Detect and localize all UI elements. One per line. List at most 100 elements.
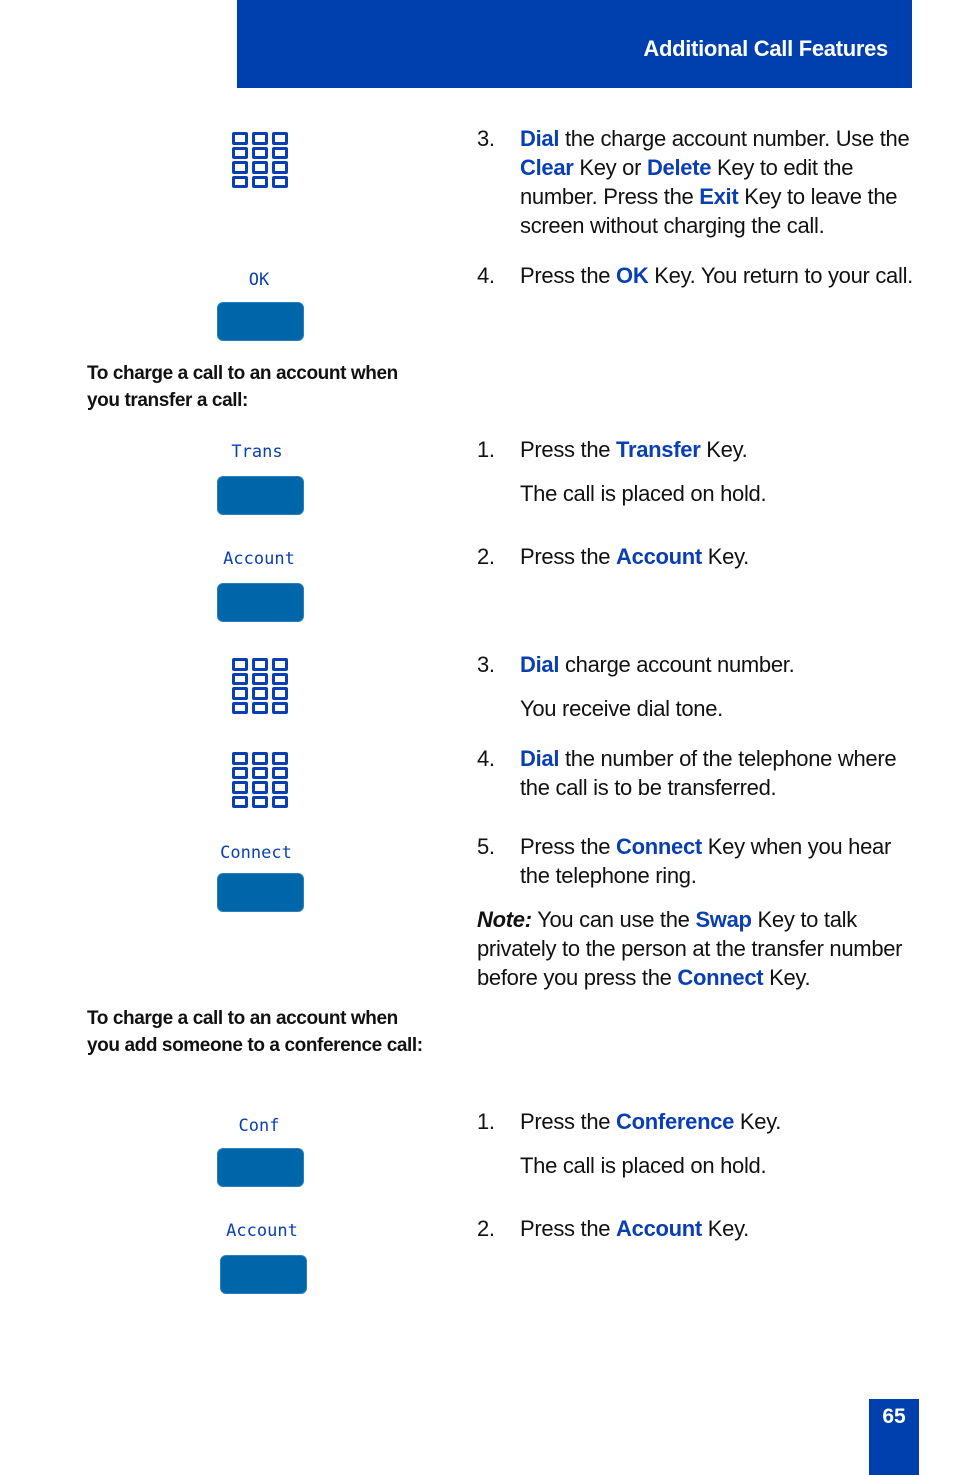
dialpad-icon <box>232 132 288 190</box>
step-body: Press the Conference Key. <box>520 1107 917 1136</box>
step-text: Press the <box>520 834 617 859</box>
step-text: You can use the <box>531 907 696 932</box>
chapter-header-band: Additional Call Features <box>237 0 912 88</box>
account-softkey-button[interactable] <box>220 1255 307 1294</box>
step-number: 3. <box>477 652 495 677</box>
key-name: Account <box>616 544 702 569</box>
step-body: Dial charge account number. <box>520 650 917 679</box>
connect-softkey-button[interactable] <box>217 873 304 912</box>
step-number: 5. <box>477 834 495 859</box>
step-number: 2. <box>477 544 495 569</box>
chapter-title: Additional Call Features <box>643 36 888 61</box>
step-text: Press the <box>520 437 617 462</box>
step-text: Key. <box>701 1216 750 1241</box>
transfer-softkey-button[interactable] <box>217 476 304 515</box>
dialpad-key <box>272 672 288 685</box>
softkey-label-account: Account <box>226 1221 298 1241</box>
step-number: 3. <box>477 126 495 151</box>
step-body: Dial the number of the telephone where t… <box>520 744 917 802</box>
step: 3. Dial charge account number. You receive… <box>477 650 917 723</box>
key-name: Swap <box>695 907 752 932</box>
step-body: Dial the charge account number. Use the … <box>520 124 917 240</box>
step: 4. Dial the number of the telephone where… <box>477 744 917 802</box>
key-name: Transfer <box>616 437 701 462</box>
step: 1. Press the Transfer Key. The call is pla… <box>477 435 917 508</box>
step-text: Press the <box>520 1109 617 1134</box>
dialpad-key <box>252 752 268 765</box>
dialpad-key <box>232 146 248 159</box>
step-body: Press the Transfer Key. <box>520 435 917 464</box>
ok-softkey-button[interactable] <box>217 302 304 341</box>
dialpad-key <box>272 175 288 188</box>
key-name: Connect <box>677 965 764 990</box>
step-text: Press the <box>520 544 617 569</box>
key-name: Clear <box>520 155 574 180</box>
step: 4. Press the OK Key. You return to your c… <box>477 261 917 290</box>
dialpad-key <box>272 658 288 671</box>
dialpad-key <box>232 132 248 145</box>
dialpad-key <box>252 175 268 188</box>
dialpad-key <box>252 132 268 145</box>
step-text: Key. <box>734 1109 782 1134</box>
dialpad-key <box>232 672 248 685</box>
dialpad-key <box>232 766 248 779</box>
dialpad-key <box>232 687 248 700</box>
dialpad-key <box>232 175 248 188</box>
step: 2. Press the Account Key. <box>477 1214 917 1243</box>
dialpad-key <box>232 781 248 794</box>
step-number: 4. <box>477 746 495 771</box>
step-text: the charge account number. Use the <box>559 126 910 151</box>
dialpad-key <box>252 146 268 159</box>
key-name: Account <box>616 1216 702 1241</box>
step: 1. Press the Conference Key. The call is p… <box>477 1107 917 1180</box>
step-body: Press the Account Key. <box>520 542 917 571</box>
step-body: Press the Connect Key when you hear the … <box>520 832 917 890</box>
dialpad-key <box>272 161 288 174</box>
step-result: The call is placed on hold. <box>520 1153 767 1178</box>
dialpad-key <box>232 752 248 765</box>
key-name: Dial <box>520 126 560 151</box>
dialpad-key <box>272 146 288 159</box>
dialpad-key <box>252 766 268 779</box>
account-softkey-button[interactable] <box>217 583 304 622</box>
dialpad-key <box>252 781 268 794</box>
softkey-label-trans: Trans <box>231 442 283 462</box>
softkey-label-connect: Connect <box>220 843 292 863</box>
dialpad-key <box>272 752 288 765</box>
step-body: Press the Account Key. <box>520 1214 917 1243</box>
key-name: Connect <box>616 834 702 859</box>
step-body: Press the OK Key. You return to your cal… <box>520 261 917 290</box>
step-text: charge account number. <box>559 652 795 677</box>
step-text: Key or <box>573 155 647 180</box>
dialpad-key <box>232 658 248 671</box>
key-name: Delete <box>646 155 712 180</box>
step-result: The call is placed on hold. <box>520 481 767 506</box>
page-number: 65 <box>869 1399 919 1475</box>
step-number: 4. <box>477 263 495 288</box>
dialpad-key <box>272 781 288 794</box>
softkey-label-conf: Conf <box>238 1116 280 1136</box>
dialpad-key <box>232 795 248 808</box>
key-name: Exit <box>699 184 739 209</box>
note-label: Note: <box>477 907 532 932</box>
key-name: Dial <box>520 652 560 677</box>
step-number: 1. <box>477 437 495 462</box>
step: 5. Press the Connect Key when you hear th… <box>477 832 917 890</box>
step-number: 2. <box>477 1216 495 1241</box>
step-text: Key. <box>701 544 750 569</box>
dialpad-icon <box>232 658 288 716</box>
dialpad-key <box>232 161 248 174</box>
dialpad-key <box>252 701 268 714</box>
step-text: the number of the telephone where the ca… <box>520 746 897 800</box>
key-name: Dial <box>520 746 560 771</box>
dialpad-key <box>232 701 248 714</box>
step-number: 1. <box>477 1109 495 1134</box>
key-name: OK <box>616 263 649 288</box>
step-text: Key. <box>763 965 811 990</box>
conference-softkey-button[interactable] <box>217 1148 304 1187</box>
dialpad-key <box>252 672 268 685</box>
dialpad-key <box>272 132 288 145</box>
dialpad-icon <box>232 752 288 810</box>
step: 3. Dial the charge account number. Use th… <box>477 124 917 240</box>
dialpad-key <box>252 687 268 700</box>
